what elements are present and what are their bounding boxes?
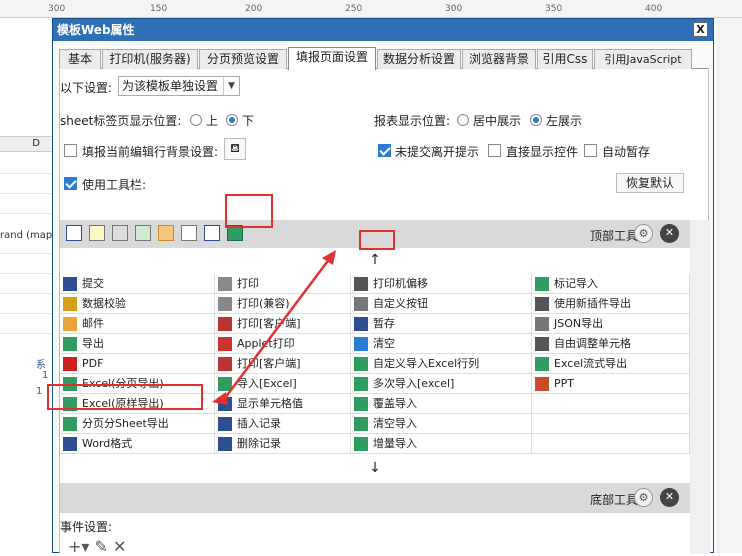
annotation-arrow — [212, 250, 336, 405]
